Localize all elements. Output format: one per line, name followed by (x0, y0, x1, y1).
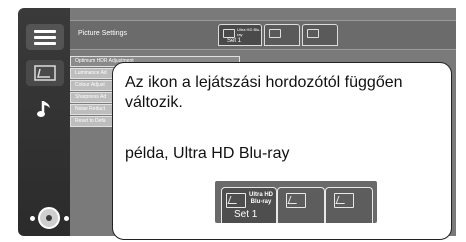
music-note-icon[interactable] (26, 96, 64, 122)
example-tab-set: Set 1 (234, 209, 258, 220)
callout-example: példa, Ultra HD Blu-ray (125, 145, 290, 162)
panel-header: Picture Settings Ultra HD Blu-ray Set 1 (70, 20, 456, 50)
screen: Picture Settings Ultra HD Blu-ray Set 1 … (0, 0, 466, 242)
screen-icon (334, 193, 354, 208)
tab-label: Ultra HD Blu-ray (237, 27, 261, 37)
dot-right (64, 216, 69, 221)
callout-box: Az ikon a lejátszási hordozótól függően … (112, 62, 452, 240)
example-tab-ultra-hd: Ultra HD Blu-ray Set 1 (221, 187, 277, 223)
sidebar (18, 8, 70, 236)
screen-icon (226, 193, 246, 208)
menu-icon[interactable] (26, 24, 64, 50)
dpad-icon[interactable] (38, 207, 60, 229)
example-tab-bar: Ultra HD Blu-ray Set 1 (215, 181, 377, 223)
disc-screen-icon (223, 29, 235, 38)
example-tab-3 (325, 187, 373, 223)
screen-icon (286, 193, 306, 208)
example-tab-label: Ultra HD Blu-ray (248, 192, 273, 205)
screen-icon (307, 29, 319, 38)
tab-set: Set 1 (227, 38, 242, 44)
screen-icon (269, 29, 281, 38)
picture-icon[interactable] (26, 60, 64, 86)
tab-3[interactable] (302, 24, 338, 46)
header-tabs: Ultra HD Blu-ray Set 1 (218, 24, 338, 46)
panel-title: Picture Settings (78, 30, 128, 37)
tab-2[interactable] (264, 24, 300, 46)
tab-ultra-hd-blu-ray[interactable]: Ultra HD Blu-ray Set 1 (218, 24, 262, 46)
example-tab-2 (277, 187, 325, 223)
dot-left (30, 216, 35, 221)
callout-text: Az ikon a lejátszási hordozótól függően … (125, 74, 403, 111)
